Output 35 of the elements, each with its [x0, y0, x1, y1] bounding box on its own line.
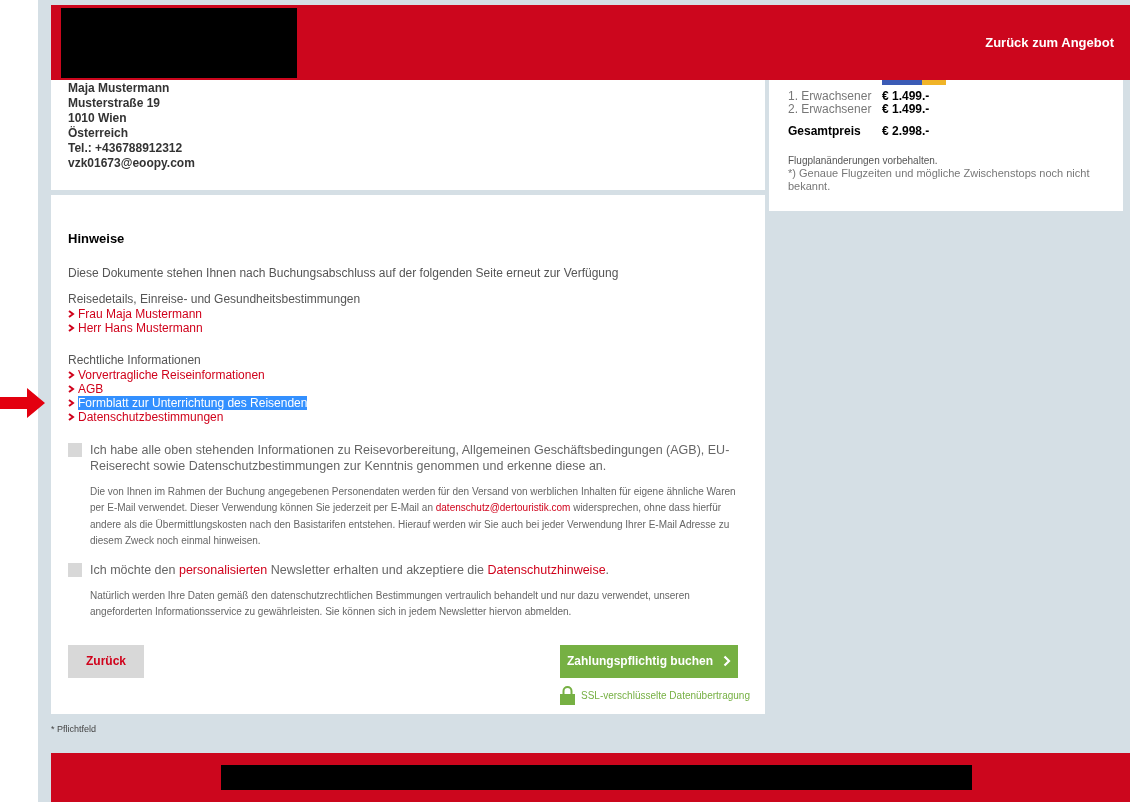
price-label: 2. Erwachsener — [788, 103, 873, 116]
summary-note: Flugplanänderungen vorbehalten. — [788, 154, 939, 167]
consent-note: Natürlich werden Ihre Daten gemäß den datenschutzrechtlichen Bestimmungen vertraulich behandelt und nur dazu verwendet, unseren angeforderten Informationsservice zu gewährleisten. Sie können sich in jedem Newsletter hiervon abmelden. — [90, 588, 691, 619]
ssl-text: SSL-verschlüsselte Datenübertragung — [581, 688, 750, 703]
total-value: € 2.998.- — [882, 123, 930, 140]
group-heading: Reisedetails, Einreise- und Gesundheitsbestimmungen — [68, 291, 362, 307]
document-link[interactable]: Datenschutzbestimmungen — [78, 409, 224, 424]
document-link[interactable]: AGB — [78, 381, 104, 396]
back-button[interactable]: Zurück — [68, 644, 144, 678]
address-line: Tel.: +436788912312 — [68, 141, 184, 156]
address-line: vzk01673@eoopy.com — [68, 156, 196, 171]
document-link[interactable]: Herr Hans Mustermann — [78, 320, 203, 335]
price-value: € 1.499.- — [882, 90, 930, 103]
summary-note: *) Genaue Flugzeiten und mögliche Zwischenstops noch nicht bekannt. — [788, 167, 1091, 193]
section-title: Hinweise — [68, 230, 126, 248]
text-link[interactable]: Datenschutzhinweise — [487, 562, 606, 577]
back-link[interactable]: Zurück zum Angebot — [985, 32, 1114, 53]
text-link[interactable]: datenschutz@dertouristik.com — [435, 502, 571, 513]
total-label: Gesamtpreis — [788, 123, 862, 140]
address-line: Maja Mustermann — [68, 81, 171, 96]
address-line: Österreich — [68, 126, 130, 141]
consent-note: Die von Ihnen im Rahmen der Buchung angegebenen Personendaten werden für den Versand von werblichen Inhalten für eigene ähnliche Waren per E-Mail verwendet. Dieser Verwendung können Sie jederzeit per E-Mail an datenschutz@dertouristik.com widersprechen, ohne dass hierfür andere als die Übermittlungskosten nach den Basistarifen entstehen. Hierauf werden wir Sie auch bei jeder Verwendung Ihrer E-Mail Adresse zu diesem Zweck noch einmal hinweisen. — [90, 484, 737, 548]
document-link[interactable]: Vorvertragliche Reiseinformationen — [78, 367, 265, 382]
consent-label: Ich möchte den personalisierten Newsletter erhalten und akzeptiere die Datenschutzhinweise. — [90, 561, 610, 578]
price-label: 1. Erwachsener — [788, 90, 873, 103]
address-line: Musterstraße 19 — [68, 96, 162, 111]
consent-label: Ich habe alle oben stehenden Informationen zu Reisevorbereitung, Allgemeinen Geschäftsbedingungen (AGB), EU-Reiserecht sowie Datenschutzbestimmungen zur Kenntnis genommen und erkenne diese an. — [90, 441, 731, 474]
document-link[interactable]: Frau Maja Mustermann — [78, 306, 203, 321]
document-link[interactable]: Formblatt zur Unterrichtung des Reisenden — [78, 395, 308, 410]
intro-text: Diese Dokumente stehen Ihnen nach Buchungsabschluss auf der folgenden Seite erneut zur Verfügung — [68, 264, 620, 282]
address-line: 1010 Wien — [68, 111, 128, 126]
required-footnote: * Pflichtfeld — [51, 723, 98, 736]
group-heading: Rechtliche Informationen — [68, 352, 202, 368]
price-value: € 1.499.- — [882, 103, 930, 116]
text-link[interactable]: personalisierten — [178, 562, 268, 577]
